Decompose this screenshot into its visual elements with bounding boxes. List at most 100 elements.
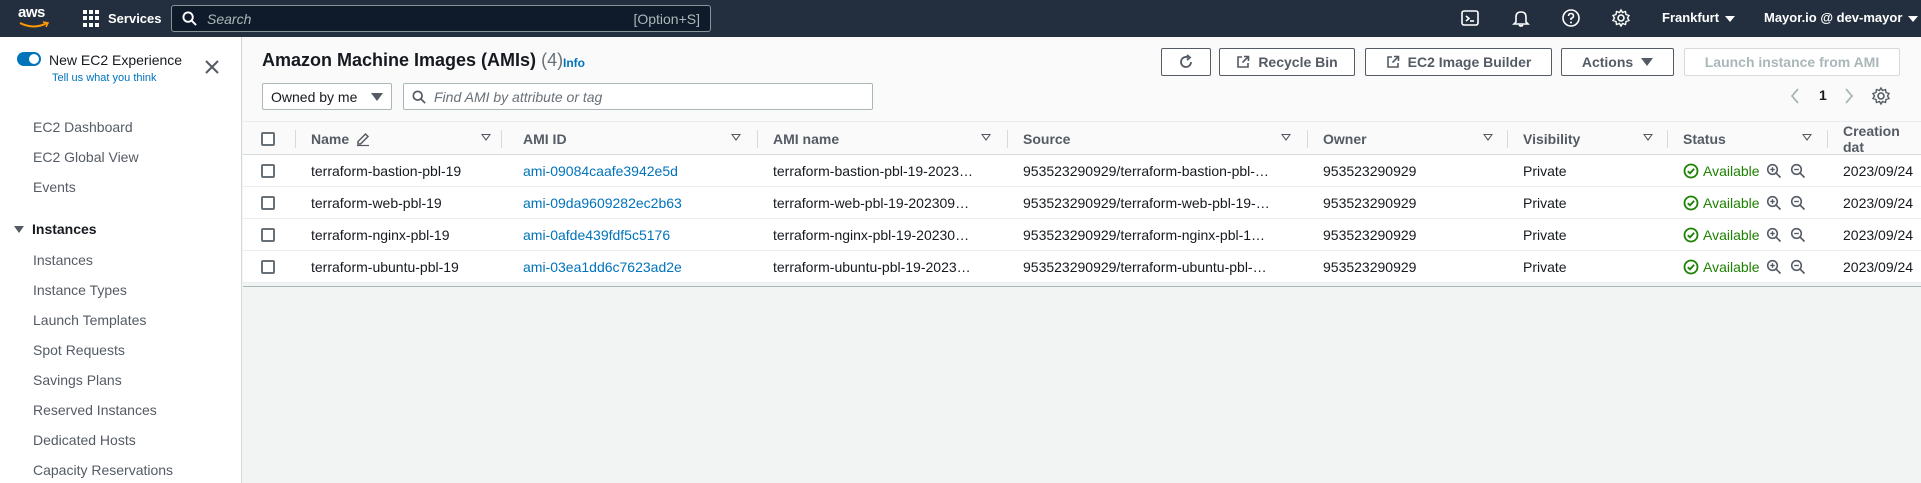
launch-instance-label: Launch instance from AMI <box>1704 54 1880 70</box>
column-source-label: Source <box>1023 131 1071 147</box>
aws-logo[interactable]: aws <box>18 4 52 32</box>
cell-ami-id[interactable]: ami-0afde439fdf5c5176 <box>523 219 748 251</box>
cloudshell-icon[interactable] <box>1460 8 1480 28</box>
search-icon <box>412 89 426 104</box>
row-checkbox[interactable] <box>261 164 275 178</box>
cell-ami-id[interactable]: ami-09da9609282ec2b63 <box>523 187 748 219</box>
main-content: Amazon Machine Images (AMIs) (4) Info Re… <box>243 37 1921 483</box>
sort-icon[interactable] <box>1483 134 1493 141</box>
launch-instance-button[interactable]: Launch instance from AMI <box>1684 48 1900 76</box>
zoom-out-icon[interactable] <box>1790 195 1806 211</box>
region-label: Frankfurt <box>1662 10 1720 25</box>
page-number[interactable]: 1 <box>1819 87 1827 103</box>
services-label: Services <box>108 11 162 26</box>
ami-filter-input[interactable] <box>434 88 864 105</box>
sidebar-item-launch-templates[interactable]: Launch Templates <box>33 312 146 328</box>
zoom-in-icon[interactable] <box>1766 259 1782 275</box>
table-preferences-gear-icon[interactable] <box>1871 86 1891 106</box>
sidebar-item-dedicated-hosts[interactable]: Dedicated Hosts <box>33 432 136 448</box>
sidebar-item-instance-types[interactable]: Instance Types <box>33 282 127 298</box>
sort-icon[interactable] <box>1643 134 1653 141</box>
grid-menu-icon <box>83 10 100 27</box>
services-menu[interactable]: Services <box>83 0 162 37</box>
search-input[interactable] <box>207 10 634 27</box>
column-header-ami-name[interactable]: AMI name <box>773 122 839 156</box>
status-text: Available <box>1703 227 1760 243</box>
zoom-out-icon[interactable] <box>1790 163 1806 179</box>
sort-icon[interactable] <box>1281 134 1291 141</box>
cell-source: 953523290929/terraform-web-pbl-19-… <box>1023 195 1270 211</box>
column-header-name[interactable]: Name <box>311 122 371 156</box>
info-link[interactable]: Info <box>563 56 585 70</box>
sidebar-item-events[interactable]: Events <box>33 179 76 195</box>
column-header-creation-date[interactable]: Creation dat <box>1843 122 1921 156</box>
zoom-out-icon[interactable] <box>1790 227 1806 243</box>
ec2-image-builder-label: EC2 Image Builder <box>1407 54 1532 70</box>
status-success-icon <box>1683 195 1699 211</box>
status-success-icon <box>1683 259 1699 275</box>
zoom-in-icon[interactable] <box>1766 163 1782 179</box>
column-header-source[interactable]: Source <box>1023 122 1070 156</box>
cell-ami-name: terraform-web-pbl-19-202309… <box>773 195 970 211</box>
sidebar-item-reserved-instances[interactable]: Reserved Instances <box>33 402 157 418</box>
close-icon[interactable] <box>204 59 220 75</box>
row-checkbox[interactable] <box>261 228 275 242</box>
zoom-out-icon[interactable] <box>1790 259 1806 275</box>
sidebar-item-ec2-dashboard[interactable]: EC2 Dashboard <box>33 119 133 135</box>
owner-filter-select[interactable]: Owned by me <box>262 83 392 110</box>
column-header-status[interactable]: Status <box>1683 122 1726 156</box>
row-checkbox[interactable] <box>261 260 275 274</box>
chevron-down-icon <box>1725 15 1736 22</box>
select-all-checkbox[interactable] <box>261 132 275 146</box>
notifications-bell-icon[interactable] <box>1511 8 1531 28</box>
column-header-owner[interactable]: Owner <box>1323 122 1367 156</box>
next-page-icon[interactable] <box>1843 87 1855 105</box>
sidebar-item-instances[interactable]: Instances <box>33 252 93 268</box>
help-icon[interactable] <box>1561 8 1581 28</box>
table-header-row: Name AMI ID AMI name Source Owner Visibi… <box>243 121 1921 155</box>
cell-visibility: Private <box>1523 259 1567 275</box>
table-row[interactable]: terraform-ubuntu-pbl-19 ami-03ea1dd6c7623… <box>243 251 1921 283</box>
zoom-in-icon[interactable] <box>1766 195 1782 211</box>
caret-down-icon <box>14 225 24 233</box>
table-row[interactable]: terraform-bastion-pbl-19 ami-09084caafe39… <box>243 155 1921 187</box>
table-row[interactable]: terraform-nginx-pbl-19 ami-0afde439fdf5c5… <box>243 219 1921 251</box>
column-ami-name-label: AMI name <box>773 131 840 147</box>
region-selector[interactable]: Frankfurt <box>1662 10 1736 25</box>
refresh-icon <box>1180 54 1192 68</box>
sort-icon[interactable] <box>481 134 491 141</box>
sidebar-section-instances[interactable]: Instances <box>14 221 97 237</box>
account-menu[interactable]: Mayor.io @ dev-mayor <box>1764 10 1919 25</box>
sidebar-item-spot-requests[interactable]: Spot Requests <box>33 342 125 358</box>
row-checkbox[interactable] <box>261 196 275 210</box>
new-experience-toggle[interactable] <box>17 52 41 66</box>
cell-created: 2023/09/24 <box>1843 195 1914 211</box>
column-name-label: Name <box>311 131 350 147</box>
sidebar-item-ec2-global-view[interactable]: EC2 Global View <box>33 149 139 165</box>
table-row[interactable]: terraform-web-pbl-19 ami-09da9609282ec2b6… <box>243 187 1921 219</box>
sort-icon[interactable] <box>1802 134 1812 141</box>
column-header-ami-id[interactable]: AMI ID <box>523 122 567 156</box>
external-link-icon <box>1386 55 1399 68</box>
ec2-image-builder-button[interactable]: EC2 Image Builder <box>1365 48 1552 76</box>
feedback-link[interactable]: Tell us what you think <box>52 72 157 84</box>
cell-ami-id[interactable]: ami-09084caafe3942e5d <box>523 155 748 187</box>
sort-icon[interactable] <box>731 134 741 141</box>
table-bottom-border <box>243 286 1921 287</box>
actions-dropdown[interactable]: Actions <box>1561 48 1674 76</box>
sort-icon[interactable] <box>981 134 991 141</box>
ami-filter[interactable] <box>403 83 873 110</box>
cell-status: Available <box>1683 251 1833 283</box>
cell-ami-id[interactable]: ami-03ea1dd6c7623ad2e <box>523 251 748 283</box>
column-divider <box>295 130 296 148</box>
sidebar-item-capacity-reservations[interactable]: Capacity Reservations <box>33 462 173 478</box>
refresh-button[interactable] <box>1161 48 1211 76</box>
column-header-visibility[interactable]: Visibility <box>1523 122 1580 156</box>
prev-page-icon[interactable] <box>1789 87 1801 105</box>
recycle-bin-button[interactable]: Recycle Bin <box>1219 48 1355 76</box>
global-search[interactable]: [Option+S] <box>171 5 711 32</box>
sidebar-item-savings-plans[interactable]: Savings Plans <box>33 372 122 388</box>
new-experience-label: New EC2 Experience <box>49 52 183 68</box>
zoom-in-icon[interactable] <box>1766 227 1782 243</box>
settings-gear-icon[interactable] <box>1611 8 1631 28</box>
